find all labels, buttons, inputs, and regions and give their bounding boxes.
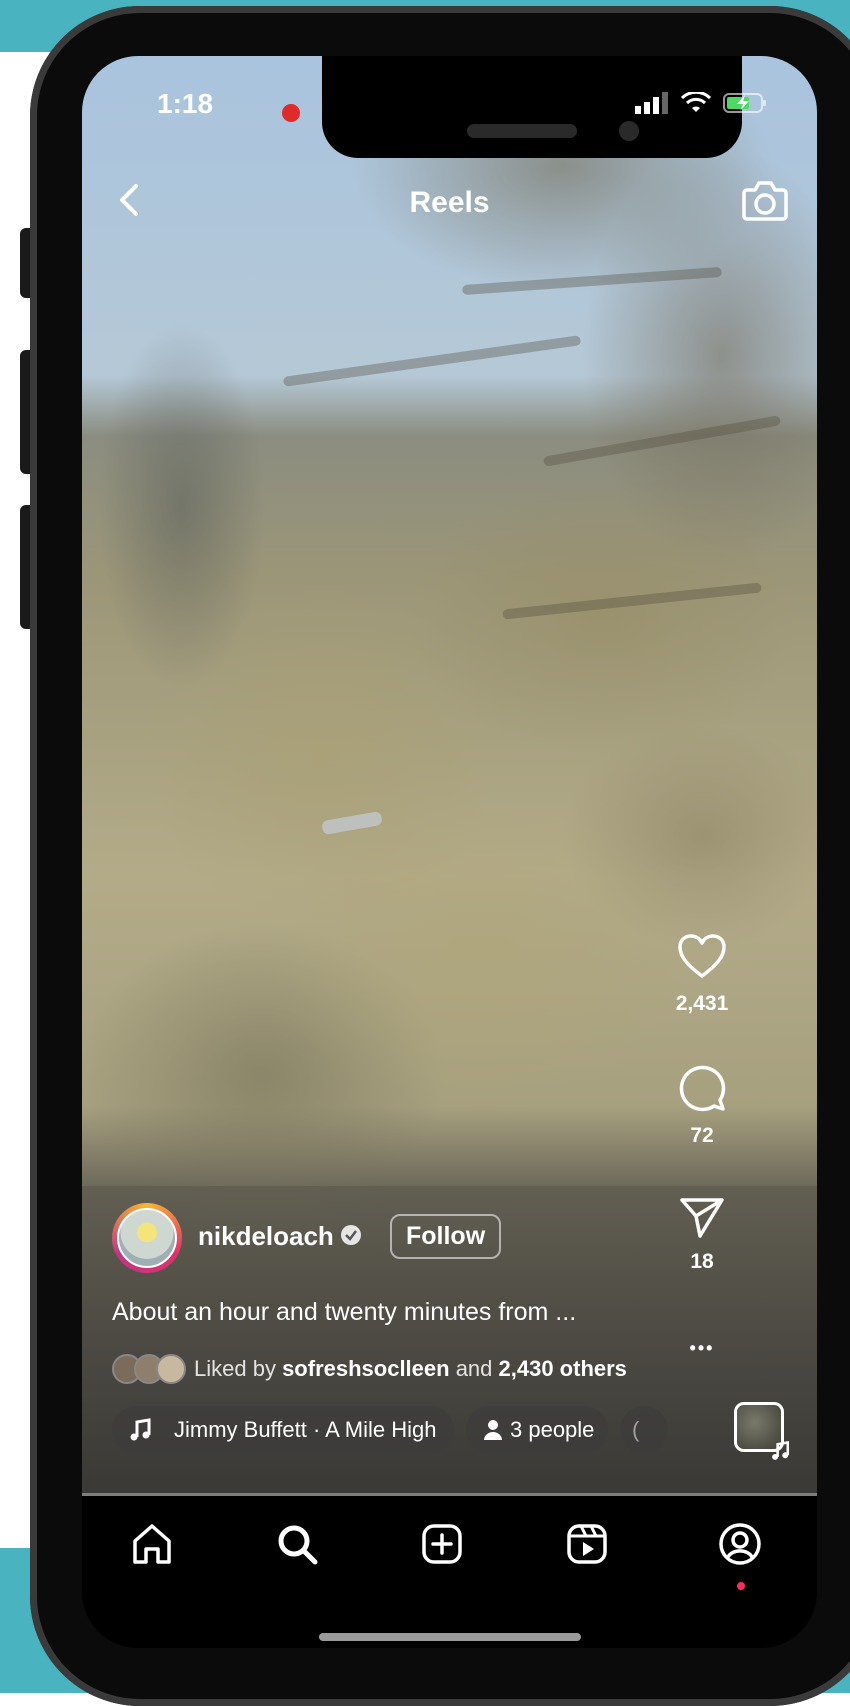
profile-icon — [719, 1523, 761, 1565]
tagged-people-chip[interactable]: 3 people — [466, 1406, 608, 1454]
reels-icon — [567, 1524, 607, 1564]
avatar[interactable] — [112, 1203, 182, 1273]
avatar-image — [117, 1208, 177, 1268]
partial-chip-icon: ( — [632, 1417, 640, 1442]
reel-video[interactable] — [82, 56, 817, 1496]
camera-icon — [742, 181, 788, 221]
person-icon — [484, 1420, 502, 1440]
liker-avatar — [156, 1354, 186, 1384]
liked-by-user[interactable]: sofreshsoclleen — [282, 1356, 450, 1381]
signal-icon — [635, 92, 668, 114]
music-note-icon — [772, 1441, 790, 1460]
home-indicator — [319, 1633, 581, 1641]
camera-button[interactable] — [741, 178, 789, 222]
follow-button[interactable]: Follow — [390, 1214, 502, 1259]
nav-create[interactable] — [412, 1514, 472, 1574]
recording-indicator — [282, 104, 300, 122]
music-note-icon — [130, 1418, 151, 1441]
nav-reels[interactable] — [557, 1514, 617, 1574]
phone-screen: 1:18 Reels 2,431 72 18 ••• nikdeloach Fo… — [82, 56, 817, 1648]
music-title: Jimmy Buffett · A Mile High — [174, 1417, 437, 1442]
liked-by-others[interactable]: 2,430 others — [499, 1356, 627, 1381]
battery-charging-icon — [723, 93, 766, 113]
nav-search[interactable] — [267, 1514, 327, 1574]
liked-by-text[interactable]: Liked by sofreshsoclleen and 2,430 other… — [194, 1356, 627, 1382]
liker-avatars — [112, 1354, 186, 1384]
like-count: 2,431 — [675, 992, 729, 1015]
create-icon — [422, 1524, 462, 1564]
heart-icon — [678, 934, 726, 978]
front-camera — [619, 121, 639, 141]
comment-count: 72 — [690, 1124, 714, 1147]
bottom-nav — [82, 1496, 817, 1648]
more-chip[interactable]: ( — [620, 1406, 668, 1454]
share-count: 18 — [690, 1250, 714, 1273]
send-icon — [680, 1198, 724, 1238]
music-chip[interactable]: Jimmy Buffett · A Mile High — [112, 1406, 454, 1454]
more-options-button[interactable]: ••• — [662, 1338, 742, 1359]
nav-home[interactable] — [122, 1514, 182, 1574]
page-title: Reels — [409, 186, 490, 219]
share-action[interactable]: 18 — [662, 1196, 742, 1274]
tagged-people-label: 3 people — [510, 1417, 595, 1442]
status-time: 1:18 — [157, 88, 214, 119]
earpiece — [467, 124, 577, 138]
comment-icon — [679, 1065, 726, 1112]
comment-action[interactable]: 72 — [662, 1062, 742, 1148]
notification-dot — [737, 1582, 745, 1590]
like-action[interactable]: 2,431 — [662, 932, 742, 1016]
verified-badge-icon — [341, 1225, 361, 1245]
search-icon — [278, 1525, 318, 1565]
status-icons — [635, 92, 767, 114]
home-icon — [133, 1524, 171, 1564]
post-caption[interactable]: About an hour and twenty minutes from ..… — [112, 1298, 576, 1327]
nav-profile[interactable] — [710, 1514, 770, 1574]
username[interactable]: nikdeloach — [198, 1221, 334, 1252]
wifi-icon — [681, 92, 711, 112]
